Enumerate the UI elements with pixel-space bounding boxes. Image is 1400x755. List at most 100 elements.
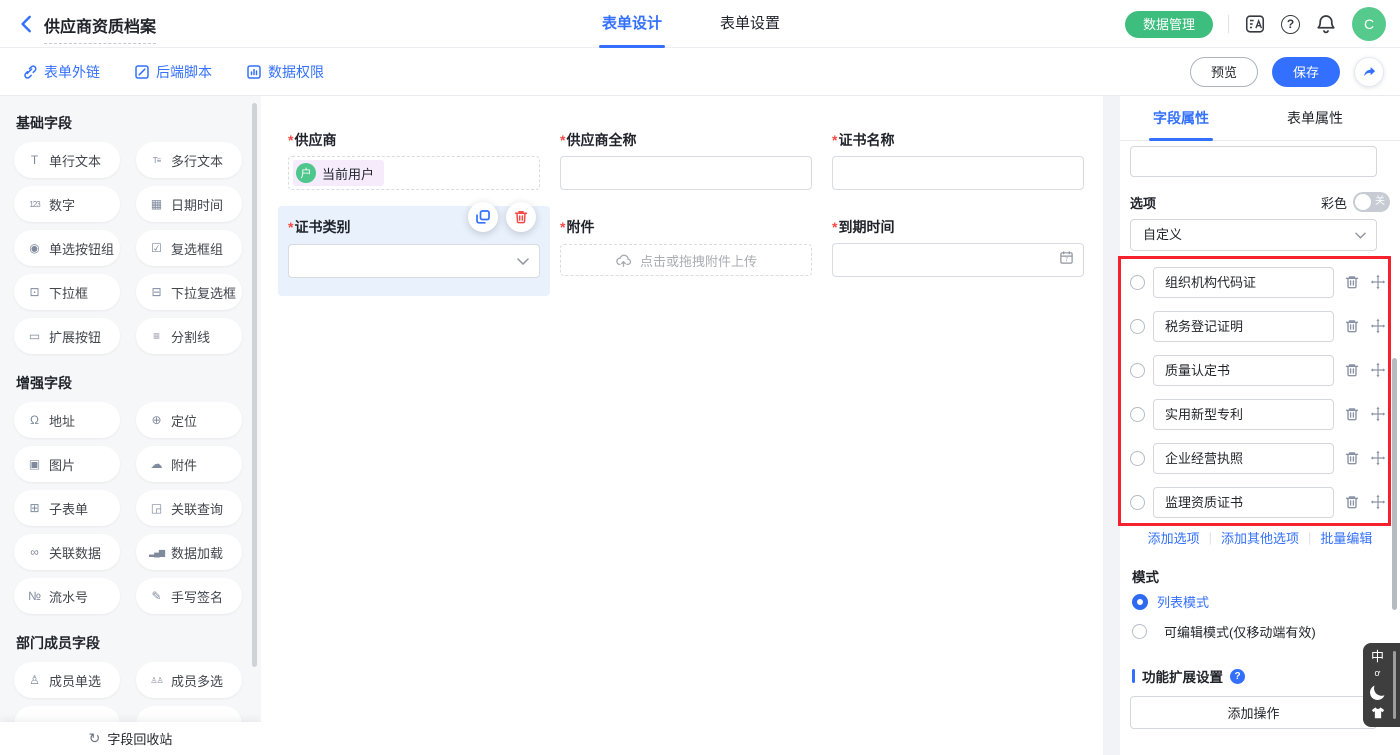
ime-skin-tshirt-icon[interactable]	[1370, 706, 1386, 720]
header-tabs: 表单设计 表单设置	[602, 0, 838, 48]
option-move-icon[interactable]	[1370, 450, 1386, 466]
option-text-input[interactable]: 实用新型专利	[1153, 399, 1334, 430]
field-item-signature[interactable]: ✎手写签名	[136, 578, 242, 614]
language-icon[interactable]	[1244, 13, 1266, 35]
ime-chinese-mode-icon[interactable]: 中	[1371, 650, 1384, 663]
ime-halfwidth-moon-icon[interactable]	[1368, 683, 1386, 701]
option-radio[interactable]	[1130, 451, 1145, 466]
option-text-input[interactable]: 税务登记证明	[1153, 311, 1334, 342]
field-item-label: 地址	[49, 411, 75, 430]
option-text-input[interactable]: 企业经营执照	[1153, 443, 1334, 474]
field-item-linked-data[interactable]: ∞关联数据	[14, 534, 120, 570]
tab-field-properties[interactable]: 字段属性	[1153, 96, 1209, 141]
option-move-icon[interactable]	[1370, 406, 1386, 422]
option-text-input[interactable]: 组织机构代码证	[1153, 267, 1334, 298]
option-radio[interactable]	[1130, 319, 1145, 334]
field-item-serial-number[interactable]: №流水号	[14, 578, 120, 614]
expiry-date-input[interactable]: 7	[832, 243, 1084, 277]
field-item-attachment[interactable]: ☁附件	[136, 446, 242, 482]
supplier-input[interactable]: 户 当前用户	[288, 156, 540, 190]
notification-bell-icon[interactable]	[1315, 13, 1337, 35]
field-item-number[interactable]: 123数字	[14, 186, 120, 222]
ime-scrollbar[interactable]	[1393, 651, 1396, 719]
current-user-tag[interactable]: 户 当前用户	[293, 160, 384, 186]
field-item-extend-button[interactable]: ▭扩展按钮	[14, 318, 120, 354]
certificate-type-select[interactable]	[288, 244, 540, 278]
field-expiry-date[interactable]: *到期时间 7	[832, 220, 1084, 277]
field-item-select[interactable]: ⊡下拉框	[14, 274, 120, 310]
member-multi-icon: ♙♙	[148, 672, 165, 689]
user-avatar[interactable]: C	[1352, 7, 1386, 41]
tab-form-design[interactable]: 表单设计	[602, 0, 662, 48]
external-link-button[interactable]: 表单外链	[22, 62, 100, 82]
sidebar-scrollbar[interactable]	[252, 103, 257, 667]
field-item-datetime[interactable]: ▦日期时间	[136, 186, 242, 222]
field-supplier[interactable]: *供应商 户 当前用户	[288, 133, 540, 190]
field-item-address[interactable]: Ω地址	[14, 402, 120, 438]
mode-list-radio[interactable]: 列表模式	[1132, 592, 1209, 611]
option-text-input[interactable]: 质量认定书	[1153, 355, 1334, 386]
data-permission-button[interactable]: 数据权限	[246, 62, 324, 82]
backend-script-button[interactable]: 后端脚本	[134, 62, 212, 82]
add-action-button[interactable]: 添加操作	[1130, 696, 1377, 729]
preview-button[interactable]: 预览	[1190, 57, 1258, 87]
tab-form-settings[interactable]: 表单设置	[720, 0, 780, 48]
field-item-image[interactable]: ▣图片	[14, 446, 120, 482]
certificate-name-input[interactable]	[832, 156, 1084, 190]
option-delete-icon[interactable]	[1344, 406, 1360, 422]
form-title[interactable]: 供应商资质档案	[44, 13, 156, 44]
field-recycle-bin[interactable]: ↻ 字段回收站	[0, 722, 261, 755]
field-item-member-multi[interactable]: ♙♙成员多选	[136, 662, 242, 698]
delete-field-button[interactable]	[506, 202, 536, 232]
option-radio[interactable]	[1130, 275, 1145, 290]
panel-scrollbar[interactable]	[1392, 358, 1397, 610]
option-delete-icon[interactable]	[1344, 318, 1360, 334]
extension-help-icon[interactable]: ?	[1230, 669, 1245, 684]
option-text-input[interactable]: 监理资质证书	[1153, 487, 1334, 518]
mode-editable-radio[interactable]: 可编辑模式(仅移动端有效)	[1132, 622, 1316, 641]
field-item-divider[interactable]: ≡分割线	[136, 318, 242, 354]
option-move-icon[interactable]	[1370, 274, 1386, 290]
help-icon[interactable]: ?	[1281, 15, 1300, 34]
option-radio[interactable]	[1130, 495, 1145, 510]
field-item-subform[interactable]: ⊞子表单	[14, 490, 120, 526]
field-supplier-fullname[interactable]: *供应商全称	[560, 133, 812, 190]
save-button[interactable]: 保存	[1272, 57, 1340, 87]
copy-field-button[interactable]	[468, 202, 498, 232]
option-radio[interactable]	[1130, 363, 1145, 378]
option-delete-icon[interactable]	[1344, 494, 1360, 510]
back-icon[interactable]	[16, 13, 38, 35]
option-move-icon[interactable]	[1370, 318, 1386, 334]
field-attachment[interactable]: *附件 点击或拖拽附件上传	[560, 220, 812, 276]
field-item-data-load[interactable]: ▂▄▆数据加载	[136, 534, 242, 570]
option-radio[interactable]	[1130, 407, 1145, 422]
field-item-member-single[interactable]: ♙成员单选	[14, 662, 120, 698]
field-certificate-type-selected[interactable]: *证书类别	[278, 206, 550, 296]
option-delete-icon[interactable]	[1344, 450, 1360, 466]
field-item-lookup-query[interactable]: ◲关联查询	[136, 490, 242, 526]
field-certificate-name[interactable]: *证书名称	[832, 133, 1084, 190]
share-button[interactable]	[1354, 57, 1384, 87]
option-move-icon[interactable]	[1370, 494, 1386, 510]
field-item-checkbox-group[interactable]: ☑复选框组	[136, 230, 242, 266]
option-source-select[interactable]: 自定义	[1130, 219, 1377, 251]
option-move-icon[interactable]	[1370, 362, 1386, 378]
add-other-option-link[interactable]: 添加其他选项	[1221, 528, 1299, 547]
tab-form-properties[interactable]: 表单属性	[1287, 96, 1343, 141]
supplier-fullname-input[interactable]	[560, 156, 812, 190]
field-item-location[interactable]: ⊕定位	[136, 402, 242, 438]
field-item-multi-line-text[interactable]: T≡多行文本	[136, 142, 242, 178]
field-item-single-line-text[interactable]: T单行文本	[14, 142, 120, 178]
svg-text:7: 7	[1065, 257, 1068, 263]
field-item-radio-group[interactable]: ◉单选按钮组	[14, 230, 120, 266]
ime-punctuation-icon[interactable]: ơ	[1375, 669, 1381, 678]
option-delete-icon[interactable]	[1344, 274, 1360, 290]
color-toggle[interactable]: 关	[1353, 192, 1390, 212]
option-delete-icon[interactable]	[1344, 362, 1360, 378]
batch-edit-link[interactable]: 批量编辑	[1320, 528, 1372, 547]
data-manage-button[interactable]: 数据管理	[1125, 11, 1213, 38]
add-option-link[interactable]: 添加选项	[1148, 528, 1200, 547]
attachment-upload-area[interactable]: 点击或拖拽附件上传	[560, 244, 812, 276]
field-title-input[interactable]	[1130, 146, 1377, 177]
field-item-multi-select[interactable]: ⊟下拉复选框	[136, 274, 242, 310]
